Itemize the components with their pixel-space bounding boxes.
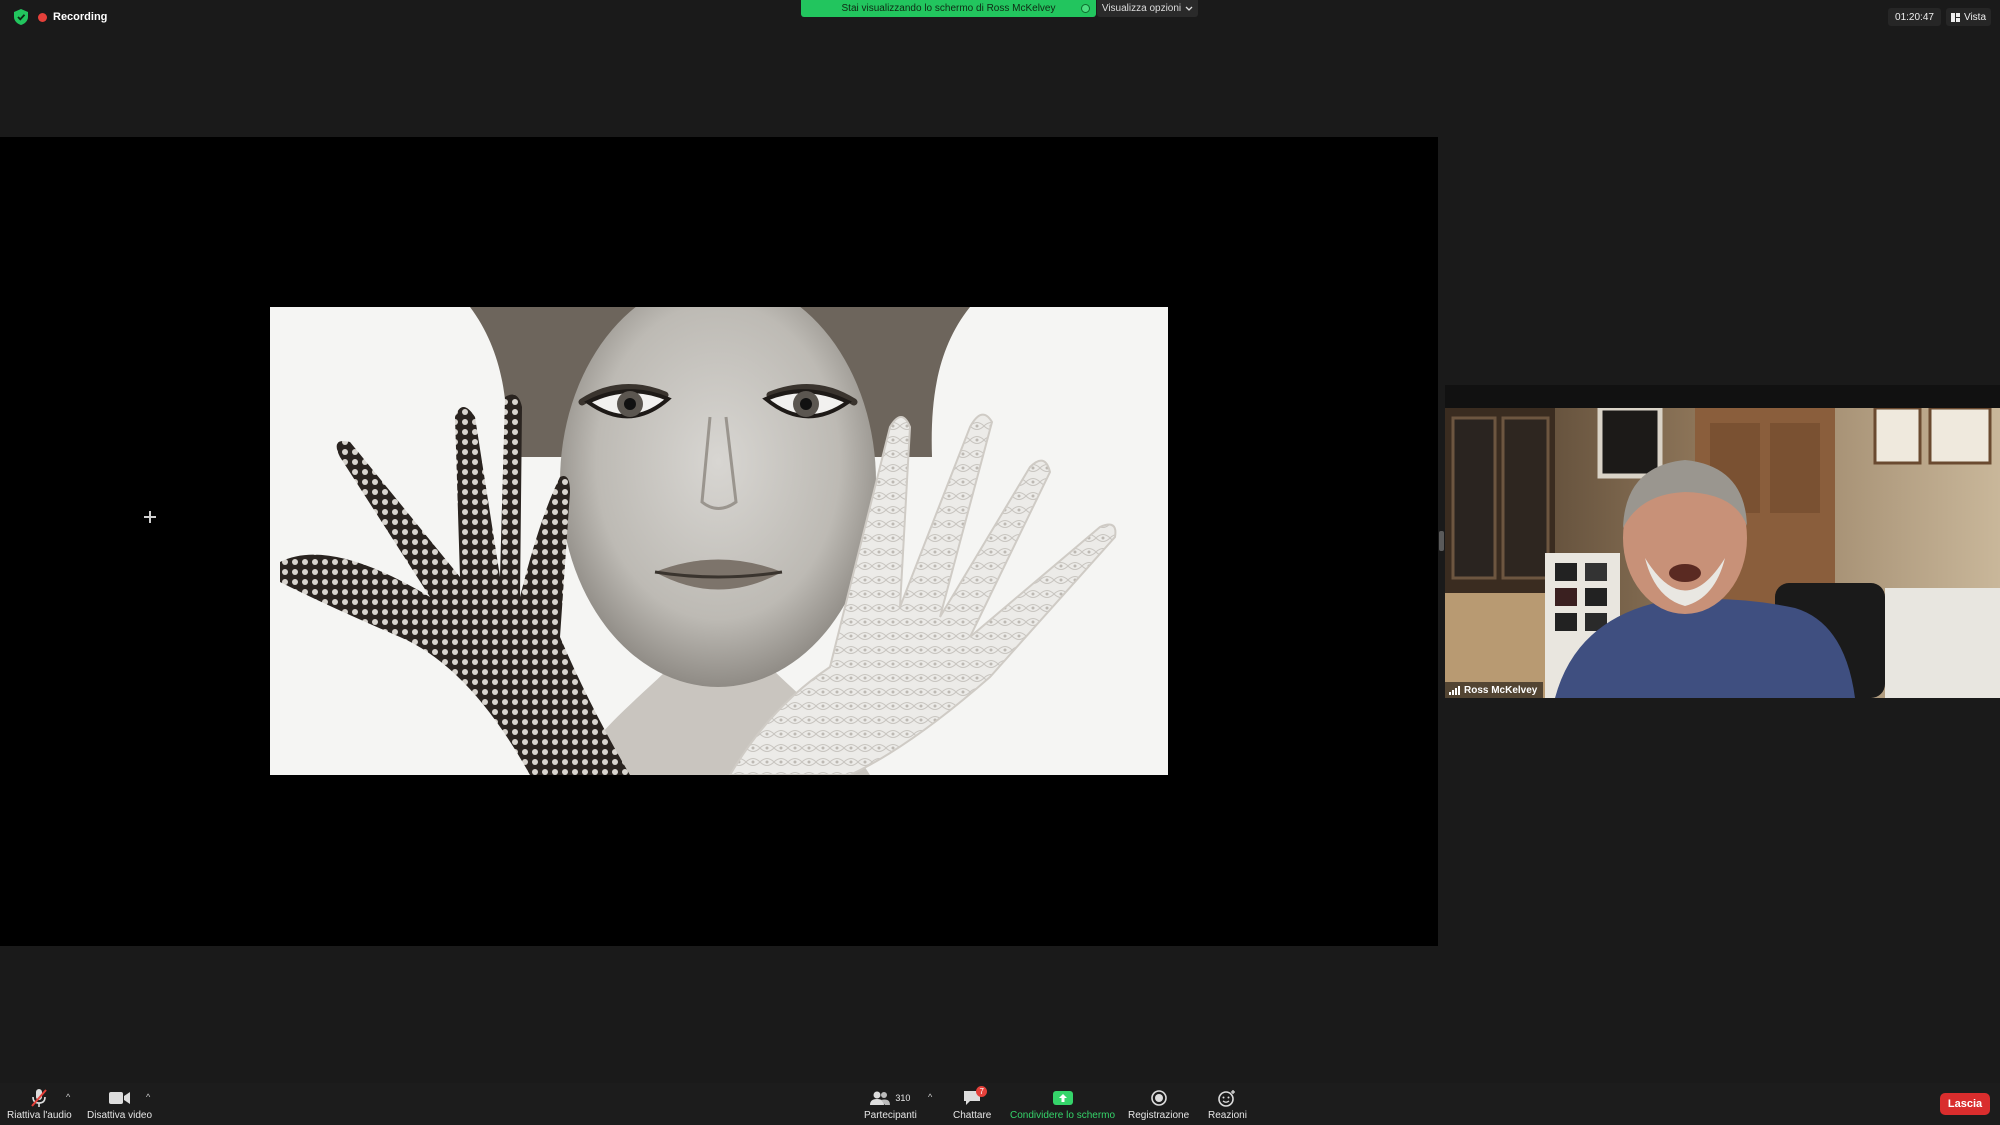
muted-mic-icon: [30, 1087, 48, 1109]
meeting-timer: 01:20:47: [1888, 8, 1941, 26]
record-label: Registrazione: [1128, 1110, 1190, 1121]
participants-count: 310: [895, 1093, 911, 1103]
chat-icon: 7: [963, 1086, 988, 1109]
view-button[interactable]: Vista: [1946, 8, 1991, 26]
recording-label: Recording: [53, 11, 108, 23]
shared-screen[interactable]: [0, 137, 1438, 946]
participants-label: Partecipanti: [864, 1110, 917, 1121]
panel-resize-handle[interactable]: [1439, 531, 1444, 551]
leave-label: Lascia: [1947, 1098, 1983, 1110]
stop-video-label: Disattiva video: [87, 1110, 153, 1121]
recording-dot-icon: [38, 12, 47, 22]
reactions-icon: [1218, 1087, 1236, 1109]
record-icon: [1150, 1087, 1167, 1109]
participants-button[interactable]: 310 Partecipanti: [864, 1087, 917, 1123]
participants-icon: 310: [870, 1087, 910, 1109]
participant-video-frame: [1445, 408, 2000, 698]
reactions-button[interactable]: Reazioni: [1208, 1087, 1247, 1123]
viewing-banner-text: Stai visualizzando lo schermo di Ross Mc…: [841, 3, 1056, 14]
participant-name-label: Ross McKelvey: [1445, 682, 1544, 698]
video-camera-icon: [108, 1087, 131, 1109]
layout-icon: [1950, 12, 1960, 22]
video-options-chevron-icon[interactable]: ^: [146, 1092, 150, 1102]
chat-button[interactable]: 7 Chattare: [953, 1086, 992, 1123]
meeting-timer-value: 01:20:47: [1895, 11, 1934, 23]
participants-options-chevron-icon[interactable]: ^: [928, 1092, 932, 1102]
view-options-button[interactable]: Visualizza opzioni: [1097, 0, 1198, 17]
audio-options-chevron-icon[interactable]: ^: [66, 1092, 70, 1102]
stop-video-button[interactable]: Disattiva video: [87, 1087, 152, 1123]
top-bar: Recording Stai visualizzando lo schermo …: [0, 0, 2000, 34]
shared-slide-image: [270, 307, 1168, 775]
meeting-toolbar: Riattiva l'audio ^ Disattiva video ^ 310…: [0, 1083, 2000, 1125]
reactions-label: Reazioni: [1208, 1110, 1247, 1121]
chat-label: Chattare: [953, 1110, 992, 1121]
view-options-label: Visualizza opzioni: [1101, 3, 1182, 14]
leave-button[interactable]: Lascia: [1940, 1093, 1990, 1115]
chevron-down-icon: [1185, 6, 1193, 11]
record-button[interactable]: Registrazione: [1128, 1087, 1189, 1123]
signal-icon: [1449, 685, 1460, 695]
unmute-button[interactable]: Riattiva l'audio: [7, 1087, 72, 1123]
chat-unread-badge: 7: [976, 1086, 988, 1097]
portrait-photo: [270, 307, 1168, 775]
crosshair-cursor-icon: [144, 511, 156, 523]
share-screen-button[interactable]: Condividere lo schermo: [1010, 1087, 1115, 1123]
recording-indicator[interactable]: Recording: [38, 9, 107, 25]
banner-status-dot-icon: [1081, 4, 1090, 13]
shield-icon[interactable]: [14, 9, 28, 25]
view-button-label: Vista: [1963, 11, 1987, 23]
viewing-screen-banner: Stai visualizzando lo schermo di Ross Mc…: [801, 0, 1096, 17]
unmute-label: Riattiva l'audio: [7, 1110, 72, 1121]
share-screen-label: Condividere lo schermo: [1010, 1110, 1116, 1121]
participant-video[interactable]: [1445, 408, 2000, 698]
share-screen-icon: [1052, 1087, 1073, 1109]
participant-name: Ross McKelvey: [1464, 684, 1538, 696]
